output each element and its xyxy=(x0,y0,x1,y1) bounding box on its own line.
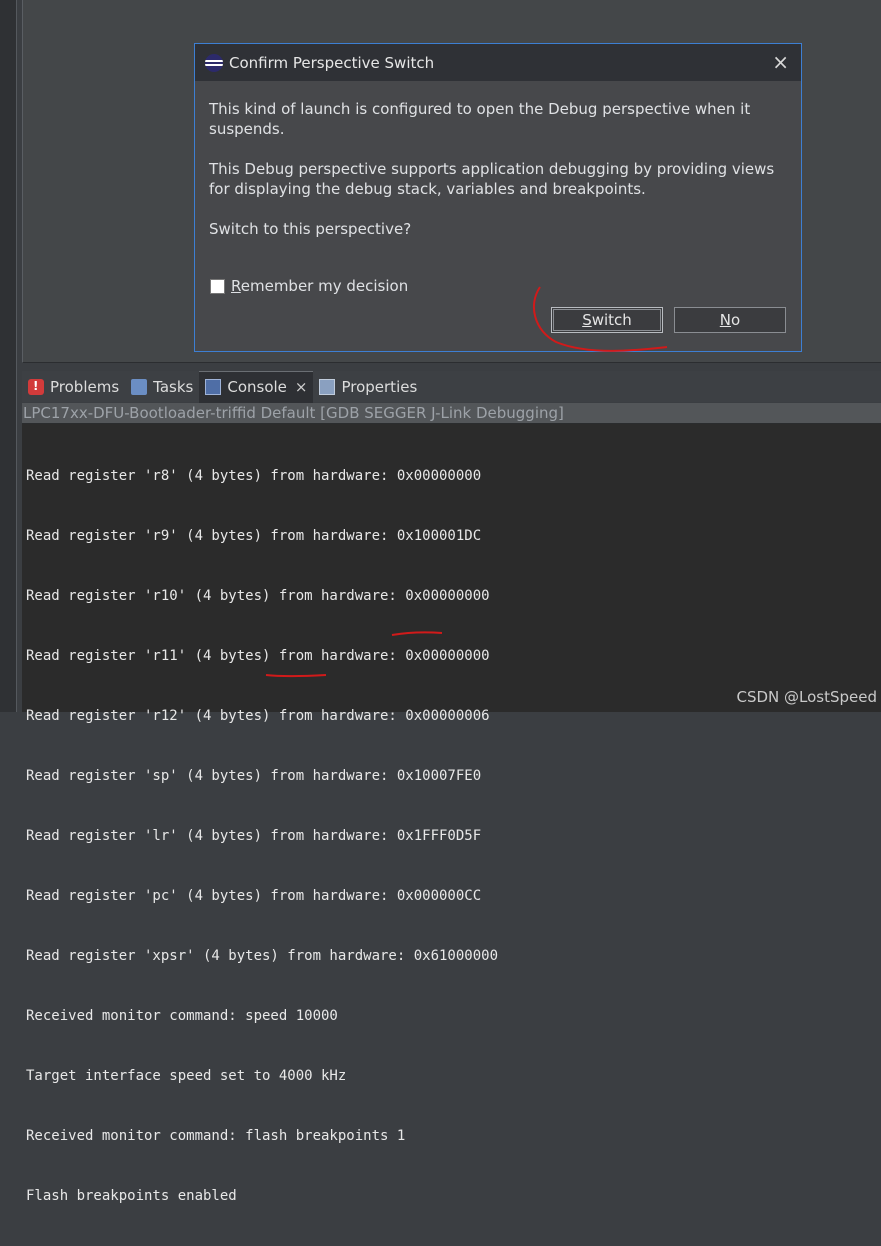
remember-label: Remember my decision xyxy=(231,277,409,295)
eclipse-icon xyxy=(205,53,223,72)
console-line: Read register 'lr' (4 bytes) from hardwa… xyxy=(26,828,482,844)
message-debug-perspective: This Debug perspective supports applicat… xyxy=(209,160,775,198)
switch-button[interactable]: Switch xyxy=(551,307,663,333)
console-line: Read register 'xpsr' (4 bytes) from hard… xyxy=(26,948,499,964)
tab-label: Tasks xyxy=(153,377,194,396)
dialog-title: Confirm Perspective Switch xyxy=(229,53,435,72)
console-line: Received monitor command: speed 10000 xyxy=(26,1008,338,1024)
close-icon[interactable]: × xyxy=(772,51,789,73)
console-output[interactable]: Read register 'r8' (4 bytes) from hardwa… xyxy=(22,424,881,1204)
console-launch-title: LPC17xx-DFU-Bootloader-triffid Default [… xyxy=(22,403,881,424)
console-line: Read register 'r8' (4 bytes) from hardwa… xyxy=(26,468,482,484)
checkbox-box[interactable] xyxy=(210,278,225,294)
problems-icon xyxy=(28,378,44,395)
console-line: Received monitor command: flash breakpoi… xyxy=(26,1128,406,1144)
watermark: CSDN @LostSpeed xyxy=(736,688,877,706)
tab-label: Console xyxy=(227,378,287,396)
dialog-message: This kind of launch is configured to ope… xyxy=(195,81,801,239)
console-line: Read register 'r10' (4 bytes) from hardw… xyxy=(26,588,490,604)
left-panel-strip xyxy=(0,0,17,712)
console-line: Read register 'r12' (4 bytes) from hardw… xyxy=(26,708,490,724)
views-tabbar: Problems Tasks Console × Properties xyxy=(22,370,881,403)
remember-decision-checkbox[interactable]: Remember my decision xyxy=(210,277,408,295)
tab-properties[interactable]: Properties xyxy=(313,371,423,402)
tab-problems[interactable]: Problems xyxy=(22,371,125,402)
close-icon[interactable]: × xyxy=(295,378,308,396)
console-line: Flash breakpoints enabled xyxy=(26,1188,237,1204)
confirm-perspective-dialog: Confirm Perspective Switch × This kind o… xyxy=(194,43,802,352)
console-line: Read register 'pc' (4 bytes) from hardwa… xyxy=(26,888,482,904)
tab-label: Properties xyxy=(341,377,418,396)
console-line: Read register 'r9' (4 bytes) from hardwa… xyxy=(26,528,482,544)
console-icon xyxy=(205,379,222,395)
no-button[interactable]: No xyxy=(674,307,786,333)
tab-console[interactable]: Console × xyxy=(199,370,314,403)
dialog-titlebar: Confirm Perspective Switch × xyxy=(195,44,801,81)
message-launch-config: This kind of launch is configured to ope… xyxy=(209,100,751,138)
console-line: Read register 'r11' (4 bytes) from hardw… xyxy=(26,648,490,664)
tab-label: Problems xyxy=(50,377,120,396)
tab-tasks[interactable]: Tasks xyxy=(125,371,199,402)
console-lines: Read register 'r8' (4 bytes) from hardwa… xyxy=(26,426,498,1246)
console-line: Target interface speed set to 4000 kHz xyxy=(26,1068,347,1084)
tasks-icon xyxy=(131,378,148,395)
console-line: Read register 'sp' (4 bytes) from hardwa… xyxy=(26,768,482,784)
properties-icon xyxy=(319,378,336,395)
message-question: Switch to this perspective? xyxy=(209,220,412,238)
